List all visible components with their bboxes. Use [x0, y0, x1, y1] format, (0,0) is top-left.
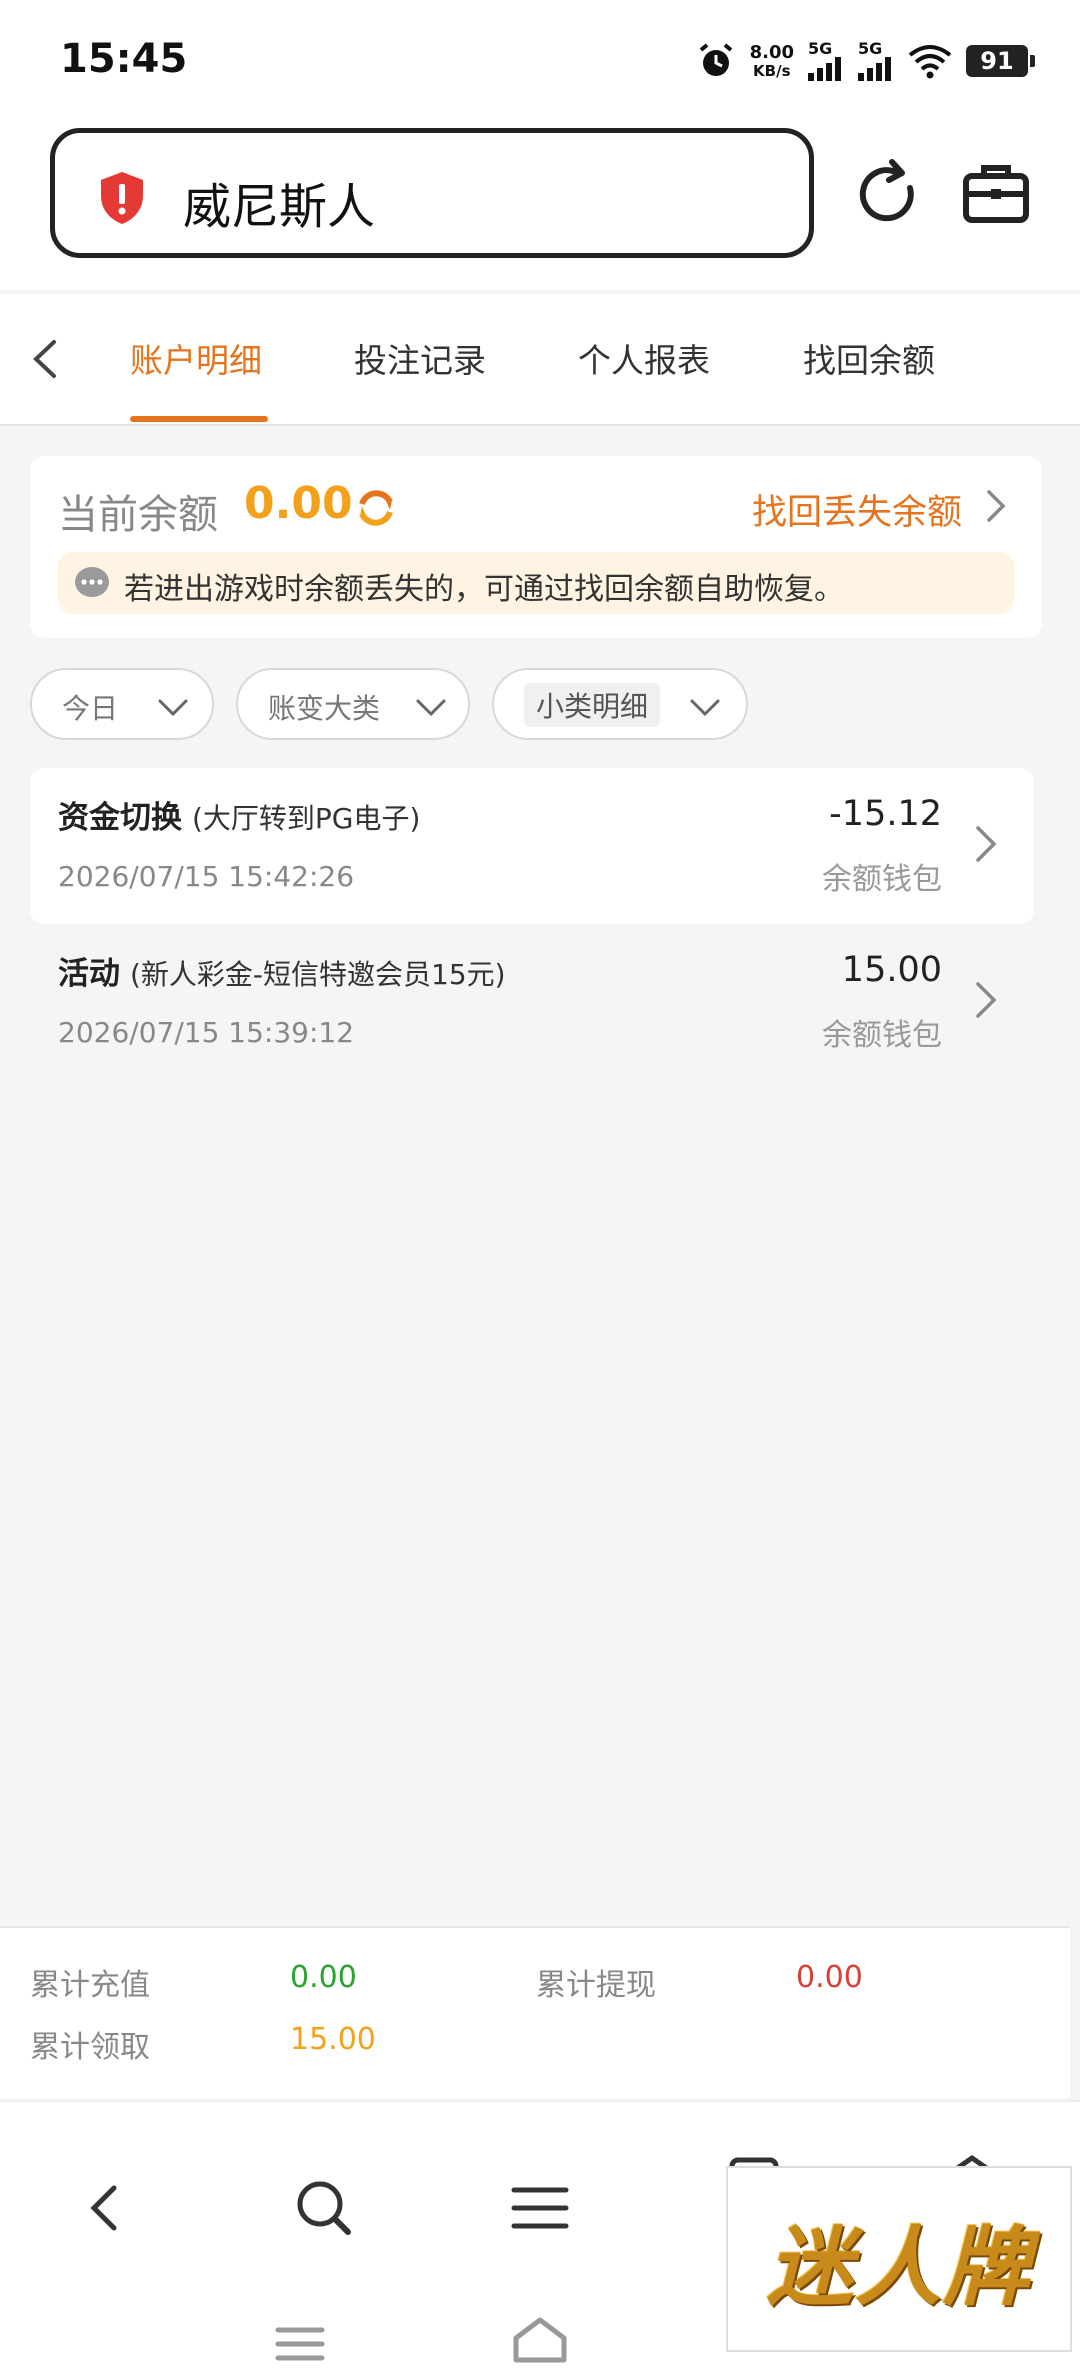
- balance-value: 0.00: [244, 478, 353, 529]
- tab-account-details[interactable]: 账户明细: [130, 334, 262, 382]
- active-tab-indicator: [130, 416, 268, 422]
- transaction-time: 2026/07/15 15:42:26: [58, 860, 355, 893]
- balance-card: 当前余额 0.00 找回丢失余额 若进出游戏时余额丢失的，可通过找回余额自助恢复…: [30, 456, 1042, 638]
- net-speed-value: 8.00: [749, 42, 794, 63]
- total-withdraw-label: 累计提现: [536, 1968, 656, 2003]
- transaction-row[interactable]: 资金切换 (大厅转到PG电子) 2026/07/15 15:42:26 -15.1…: [30, 768, 1034, 924]
- status-icons: 8.00 KB/s 5G 5G 91: [696, 36, 1035, 86]
- address-bar-row: 威尼斯人: [0, 120, 1080, 290]
- total-recharge-label: 累计充值: [30, 1968, 150, 2003]
- search-icon[interactable]: [292, 2176, 356, 2240]
- recover-notice: 若进出游戏时余额丢失的，可通过找回余额自助恢复。: [58, 552, 1014, 614]
- filter-category[interactable]: 账变大类: [236, 668, 470, 740]
- tab-bet-records[interactable]: 投注记录: [354, 334, 486, 382]
- briefcase-icon[interactable]: [960, 158, 1032, 230]
- transaction-wallet: 余额钱包: [822, 862, 942, 897]
- transaction-time: 2026/07/15 15:39:12: [58, 1016, 355, 1049]
- signal-bars-icon: [858, 57, 891, 81]
- tab-bar: 账户明细 投注记录 个人报表 找回余额: [0, 294, 1080, 426]
- watermark-logo: 迷人牌: [726, 2166, 1072, 2352]
- transaction-description: (大厅转到PG电子): [192, 802, 421, 835]
- filter-subcategory[interactable]: 小类明细: [492, 668, 748, 740]
- transaction-amount: 15.00: [841, 950, 942, 990]
- tab-personal-report[interactable]: 个人报表: [578, 334, 710, 382]
- summary-panel: 累计充值 0.00 累计提现 0.00 累计领取 15.00: [0, 1926, 1070, 2098]
- chevron-right-icon[interactable]: [976, 486, 1016, 526]
- transaction-row[interactable]: 活动 (新人彩金-短信特邀会员15元) 2026/07/15 15:39:12 1…: [30, 924, 1034, 1080]
- sim1-label: 5G: [808, 39, 833, 58]
- sim2-label: 5G: [858, 39, 883, 58]
- wifi-icon: [908, 45, 952, 79]
- transaction-type: 资金切换: [58, 800, 182, 836]
- balance-refresh-icon[interactable]: [352, 484, 400, 532]
- net-speed-unit: KB/s: [753, 62, 791, 80]
- signal-bars-icon: [808, 57, 841, 81]
- back-chevron-icon[interactable]: [22, 334, 72, 384]
- refresh-icon[interactable]: [852, 158, 924, 230]
- transaction-amount: -15.12: [829, 794, 942, 834]
- net-speed: 8.00 KB/s: [749, 42, 794, 80]
- tab-recover-balance[interactable]: 找回余额: [803, 334, 935, 382]
- balance-label: 当前余额: [58, 492, 218, 538]
- transaction-title: 资金切换 (大厅转到PG电子): [58, 792, 420, 837]
- back-icon[interactable]: [74, 2176, 138, 2240]
- system-home-icon[interactable]: [508, 2308, 572, 2372]
- filter-date-label: 今日: [62, 692, 119, 725]
- battery-indicator: 91: [966, 45, 1035, 77]
- page-title: 威尼斯人: [183, 179, 376, 235]
- chevron-down-icon: [416, 699, 446, 717]
- chevron-down-icon: [690, 699, 720, 717]
- total-claim-label: 累计领取: [30, 2030, 150, 2065]
- system-menu-icon[interactable]: [268, 2312, 332, 2376]
- transaction-type: 活动: [58, 956, 120, 992]
- total-withdraw-value: 0.00: [796, 1960, 863, 1995]
- total-claim-value: 15.00: [290, 2022, 376, 2057]
- notice-text: 若进出游戏时余额丢失的，可通过找回余额自助恢复。: [124, 572, 844, 607]
- filter-date[interactable]: 今日: [30, 668, 214, 740]
- shield-alert-icon[interactable]: [97, 170, 147, 226]
- transaction-wallet: 余额钱包: [822, 1018, 942, 1053]
- address-bar[interactable]: 威尼斯人: [50, 128, 814, 258]
- status-bar: 15:45 8.00 KB/s 5G 5G 91: [0, 0, 1080, 120]
- chevron-right-icon: [976, 826, 997, 862]
- chevron-right-icon: [976, 982, 997, 1018]
- chevron-down-icon: [158, 699, 188, 717]
- watermark-text: 迷人牌: [767, 2216, 1031, 2318]
- filter-subcategory-label: 小类明细: [524, 683, 661, 727]
- transaction-description: (新人彩金-短信特邀会员15元): [130, 958, 506, 991]
- transaction-title: 活动 (新人彩金-短信特邀会员15元): [58, 948, 506, 993]
- alarm-icon: [699, 43, 732, 76]
- chat-bubble-icon: [75, 567, 109, 597]
- signal-2: 5G: [858, 41, 894, 81]
- status-time: 15:45: [60, 36, 188, 82]
- menu-icon[interactable]: [508, 2176, 572, 2240]
- total-recharge-value: 0.00: [290, 1960, 357, 1995]
- recover-lost-balance-link[interactable]: 找回丢失余额: [752, 484, 962, 535]
- signal-1: 5G: [808, 41, 844, 81]
- filter-category-label: 账变大类: [268, 692, 381, 725]
